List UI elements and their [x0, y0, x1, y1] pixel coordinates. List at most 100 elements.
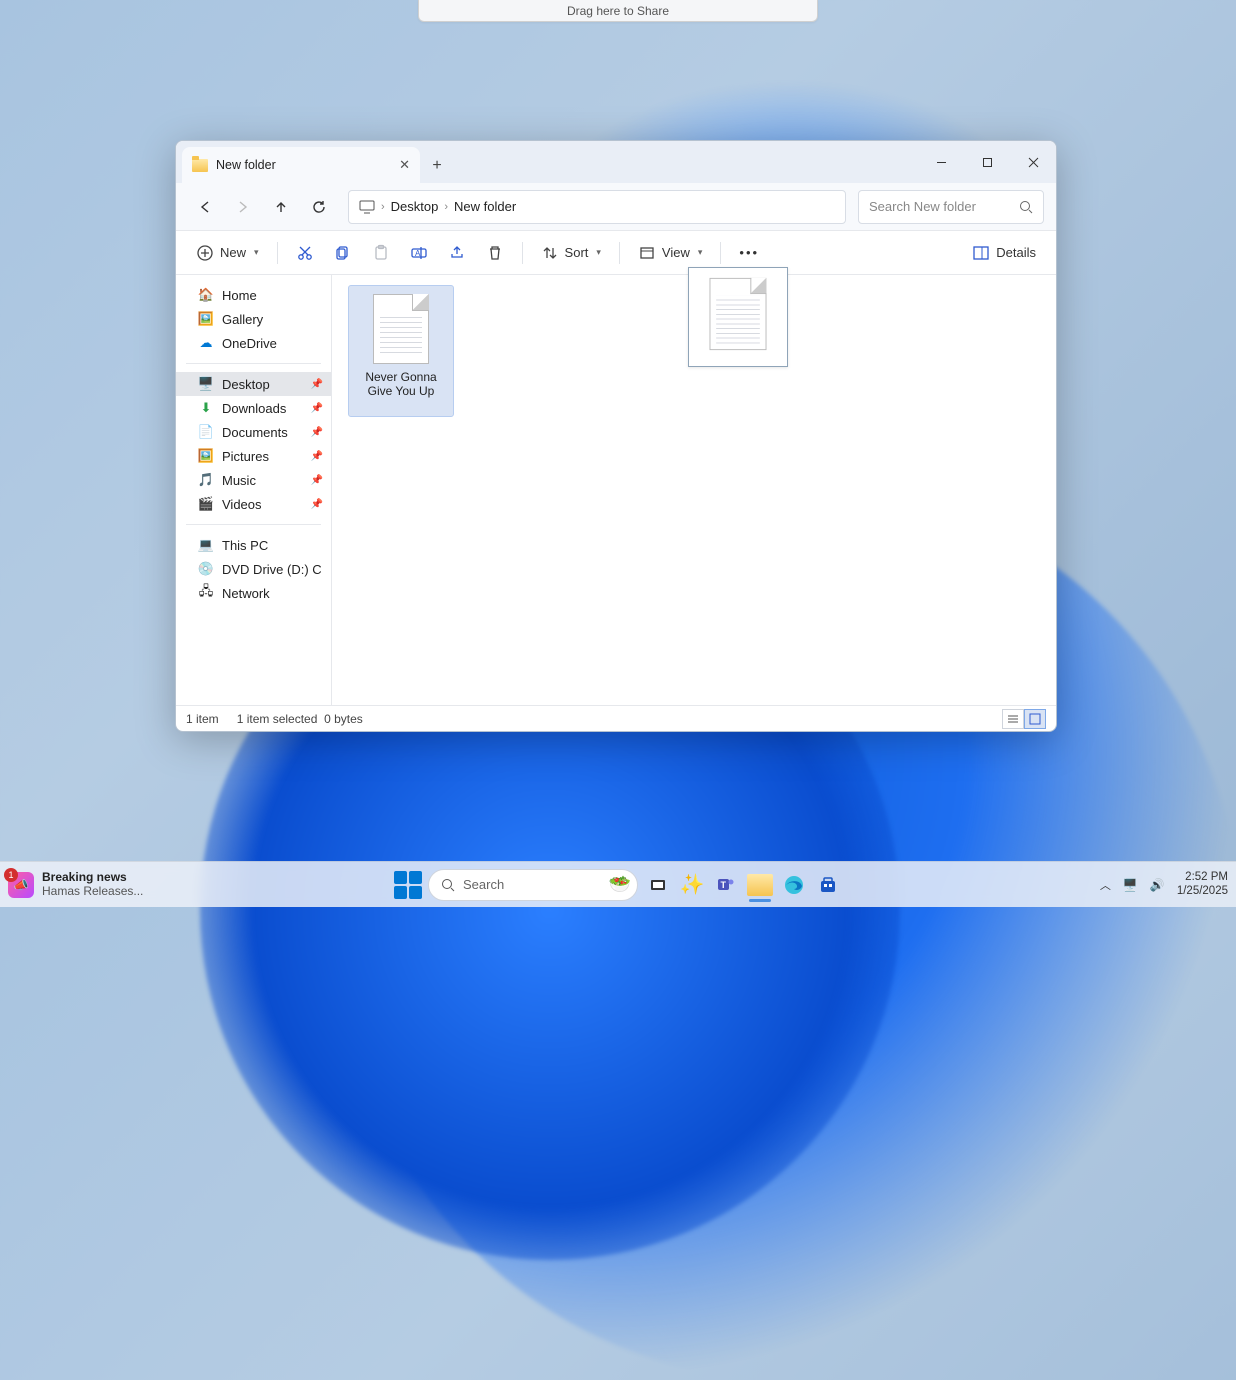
teams-button[interactable]: T	[712, 871, 740, 899]
sidebar-item-network[interactable]: 🖧Network	[176, 581, 331, 605]
file-explorer-window: New folder ✕ + › Desktop › New folder	[175, 140, 1057, 732]
minimize-button[interactable]	[918, 141, 964, 183]
back-button[interactable]	[188, 190, 222, 224]
search-icon	[1019, 200, 1033, 214]
taskbar: 📣 Breaking news Hamas Releases... Search…	[0, 861, 1236, 907]
details-pane-button[interactable]: Details	[964, 237, 1044, 269]
trash-icon	[486, 244, 504, 262]
volume-tray-icon[interactable]: 🔊	[1150, 878, 1165, 892]
search-input[interactable]: Search New folder	[858, 190, 1044, 224]
clock-time: 2:52 PM	[1185, 871, 1228, 884]
home-icon: 🏠	[198, 287, 214, 303]
pin-icon: 📌	[311, 379, 323, 390]
chevron-down-icon: ▾	[596, 247, 601, 258]
pin-icon: 📌	[311, 427, 323, 438]
close-tab-button[interactable]: ✕	[399, 157, 410, 173]
navigation-pane: 🏠Home 🖼️Gallery ☁OneDrive 🖥️Desktop📌 ⬇Do…	[176, 275, 332, 705]
rename-icon: A	[410, 244, 428, 262]
forward-button[interactable]	[226, 190, 260, 224]
desktop-icon: 🖥️	[198, 376, 214, 392]
share-button[interactable]	[440, 237, 474, 269]
details-view-button[interactable]	[1002, 709, 1024, 729]
download-icon: ⬇	[198, 400, 214, 416]
sidebar-item-documents[interactable]: 📄Documents📌	[176, 420, 331, 444]
file-item[interactable]: Never Gonna Give You Up	[348, 285, 454, 417]
cut-button[interactable]	[288, 237, 322, 269]
videos-icon: 🎬	[198, 496, 214, 512]
view-toggle	[1002, 709, 1046, 729]
new-tab-button[interactable]: +	[420, 149, 454, 183]
more-button[interactable]: •••	[731, 237, 767, 269]
delete-button[interactable]	[478, 237, 512, 269]
breadcrumb-item[interactable]: New folder	[454, 199, 516, 214]
breadcrumb[interactable]: › Desktop › New folder	[348, 190, 846, 224]
edge-button[interactable]	[780, 871, 808, 899]
status-bar: 1 item 1 item selected 0 bytes	[176, 705, 1056, 731]
tray-overflow-button[interactable]: ︿	[1100, 877, 1111, 893]
address-bar: › Desktop › New folder Search New folder	[176, 183, 1056, 231]
system-tray: ︿ 🖥️ 🔊 2:52 PM 1/25/2025	[1100, 871, 1228, 897]
sidebar-item-downloads[interactable]: ⬇Downloads📌	[176, 396, 331, 420]
gallery-icon: 🖼️	[198, 311, 214, 327]
drag-preview	[688, 267, 788, 367]
svg-text:T: T	[721, 880, 727, 890]
sidebar-item-desktop[interactable]: 🖥️Desktop📌	[176, 372, 331, 396]
sort-icon	[541, 244, 559, 262]
news-heading: Breaking news	[42, 871, 143, 885]
sidebar-item-pictures[interactable]: 🖼️Pictures📌	[176, 444, 331, 468]
file-list[interactable]: Never Gonna Give You Up	[332, 275, 1056, 705]
dvd-icon: 💿	[198, 561, 214, 577]
tab-title: New folder	[216, 158, 276, 172]
file-explorer-taskbar-button[interactable]	[746, 871, 774, 899]
scissors-icon	[296, 244, 314, 262]
svg-text:A: A	[415, 249, 421, 258]
share-drop-bar[interactable]: Drag here to Share	[418, 0, 818, 22]
network-icon: 🖧	[198, 585, 214, 601]
search-highlight-icon: 🥗	[609, 874, 631, 895]
command-bar: New ▾ A Sort ▾ View ▾ ••• Details	[176, 231, 1056, 275]
refresh-button[interactable]	[302, 190, 336, 224]
music-icon: 🎵	[198, 472, 214, 488]
monitor-icon	[359, 200, 375, 214]
start-button[interactable]	[394, 871, 422, 899]
icons-view-button[interactable]	[1024, 709, 1046, 729]
pin-icon: 📌	[311, 499, 323, 510]
explorer-tab[interactable]: New folder ✕	[182, 147, 420, 183]
network-tray-icon[interactable]: 🖥️	[1123, 878, 1138, 892]
clock[interactable]: 2:52 PM 1/25/2025	[1177, 871, 1228, 897]
documents-icon: 📄	[198, 424, 214, 440]
text-file-icon	[710, 278, 767, 350]
search-icon	[441, 878, 455, 892]
sort-button[interactable]: Sort ▾	[533, 237, 609, 269]
maximize-button[interactable]	[964, 141, 1010, 183]
news-widget[interactable]: 📣 Breaking news Hamas Releases...	[8, 866, 143, 904]
copy-button[interactable]	[326, 237, 360, 269]
copy-icon	[334, 244, 352, 262]
new-button[interactable]: New ▾	[188, 237, 267, 269]
selection-count: 1 item selected 0 bytes	[237, 712, 363, 726]
item-count: 1 item	[186, 712, 219, 726]
file-name: Never Gonna Give You Up	[349, 370, 453, 399]
share-drop-label: Drag here to Share	[567, 4, 669, 18]
pc-icon: 💻	[198, 537, 214, 553]
sidebar-item-gallery[interactable]: 🖼️Gallery	[176, 307, 331, 331]
sidebar-item-onedrive[interactable]: ☁OneDrive	[176, 331, 331, 355]
view-button[interactable]: View ▾	[630, 237, 710, 269]
task-view-button[interactable]	[644, 871, 672, 899]
paste-button[interactable]	[364, 237, 398, 269]
copilot-button[interactable]: ✨	[678, 871, 706, 899]
clock-date: 1/25/2025	[1177, 885, 1228, 898]
store-button[interactable]	[814, 871, 842, 899]
breadcrumb-item[interactable]: Desktop	[391, 199, 439, 214]
sidebar-item-this-pc[interactable]: 💻This PC	[176, 533, 331, 557]
close-window-button[interactable]	[1010, 141, 1056, 183]
sidebar-item-music[interactable]: 🎵Music📌	[176, 468, 331, 492]
up-button[interactable]	[264, 190, 298, 224]
sidebar-item-dvd-drive[interactable]: 💿DVD Drive (D:) CCCOMA_X64FRE_EN-US_DV9	[176, 557, 331, 581]
sidebar-item-videos[interactable]: 🎬Videos📌	[176, 492, 331, 516]
chevron-right-icon: ›	[444, 201, 448, 213]
rename-button[interactable]: A	[402, 237, 436, 269]
taskbar-search[interactable]: Search 🥗	[428, 869, 638, 901]
sidebar-item-home[interactable]: 🏠Home	[176, 283, 331, 307]
text-file-icon	[373, 294, 429, 364]
